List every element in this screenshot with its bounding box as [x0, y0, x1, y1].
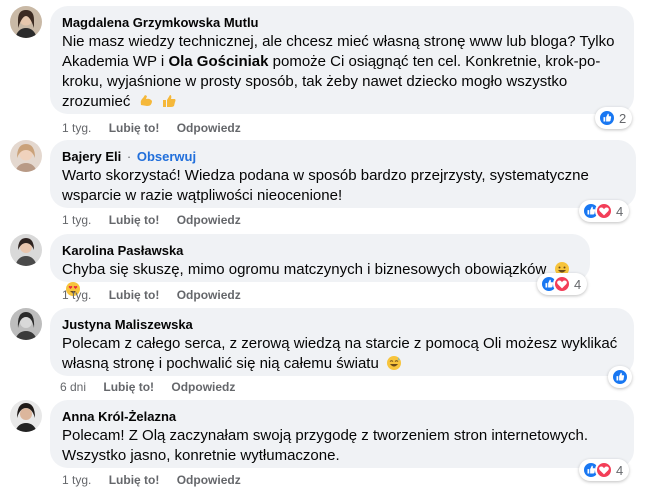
comment-text: Warto skorzystać! Wiedza podana w sposób… [62, 167, 589, 204]
reaction-count: 4 [574, 276, 582, 292]
avatar[interactable] [10, 234, 42, 266]
author-name[interactable]: Justyna Maliszewska [62, 317, 193, 332]
timestamp[interactable]: 1 tyg. [62, 287, 91, 303]
comment-text: Nie masz wiedzy technicznej, ale chcesz … [62, 33, 615, 110]
comment-bubble: Karolina Pasławska Chyba się skuszę, mim… [50, 234, 590, 296]
comment-actions: 6 dni Lubię to! Odpowiedz [60, 379, 249, 395]
flexed-biceps-emoji [140, 95, 152, 106]
like-button[interactable]: Lubię to! [109, 212, 160, 228]
avatar[interactable] [10, 140, 42, 172]
reaction-summary[interactable]: 4 [579, 459, 630, 481]
reaction-count: 4 [616, 462, 624, 478]
reply-button[interactable]: Odpowiedz [177, 287, 241, 303]
author-name[interactable]: Anna Król-Żelazna [62, 409, 176, 424]
timestamp[interactable]: 1 tyg. [62, 212, 91, 228]
love-reaction-icon [553, 275, 571, 293]
comment-actions: 1 tyg. Lubię to! Odpowiedz [62, 287, 255, 303]
reply-button[interactable]: Odpowiedz [177, 120, 241, 136]
like-button[interactable]: Lubię to! [109, 472, 160, 488]
timestamp[interactable]: 6 dni [60, 379, 86, 395]
comment-bubble: Anna Król-Żelazna Polecam! Z Olą zaczyna… [50, 400, 634, 468]
love-reaction-icon [595, 202, 613, 220]
comment-text: Polecam! Z Olą zaczynałam swoją przygodę… [62, 427, 589, 464]
like-button[interactable]: Lubię to! [109, 287, 160, 303]
reaction-summary[interactable]: 4 [579, 200, 630, 222]
follow-button[interactable]: Obserwuj [137, 149, 196, 164]
like-reaction-icon [611, 368, 629, 386]
like-button[interactable]: Lubię to! [109, 120, 160, 136]
reaction-summary[interactable] [608, 366, 632, 388]
comment-text: Polecam z całego serca, z zerową wiedzą … [62, 335, 618, 372]
comment-bubble: Justyna Maliszewska Polecam z całego ser… [50, 308, 634, 376]
comment-actions: 1 tyg. Lubię to! Odpowiedz [62, 120, 255, 136]
reaction-summary[interactable]: 2 [595, 107, 633, 129]
avatar[interactable] [10, 400, 42, 432]
timestamp[interactable]: 1 tyg. [62, 472, 91, 488]
like-reaction-icon [598, 109, 616, 127]
reply-button[interactable]: Odpowiedz [177, 212, 241, 228]
author-name[interactable]: Magdalena Grzymkowska Mutlu [62, 15, 259, 30]
author-name[interactable]: Bajery Eli [62, 149, 121, 164]
reaction-summary[interactable]: 4 [537, 273, 588, 295]
author-name[interactable]: Karolina Pasławska [62, 243, 183, 258]
avatar[interactable] [10, 308, 42, 340]
love-reaction-icon [595, 461, 613, 479]
grinning-sweat-emoji [387, 356, 401, 370]
like-button[interactable]: Lubię to! [103, 379, 154, 395]
reply-button[interactable]: Odpowiedz [177, 472, 241, 488]
reaction-count: 4 [616, 203, 624, 219]
comment-bubble: Bajery Eli · Obserwuj Warto skorzystać! … [50, 140, 636, 208]
thumbs-up-emoji [162, 95, 176, 107]
timestamp[interactable]: 1 tyg. [62, 120, 91, 136]
mentioned-name[interactable]: Ola Gościniak [168, 53, 268, 70]
reply-button[interactable]: Odpowiedz [171, 379, 235, 395]
reaction-count: 2 [619, 110, 627, 126]
comment-actions: 1 tyg. Lubię to! Odpowiedz [62, 472, 255, 488]
comment-actions: 1 tyg. Lubię to! Odpowiedz [62, 212, 255, 228]
comment-bubble: Magdalena Grzymkowska Mutlu Nie masz wie… [50, 6, 634, 114]
avatar[interactable] [10, 6, 42, 38]
